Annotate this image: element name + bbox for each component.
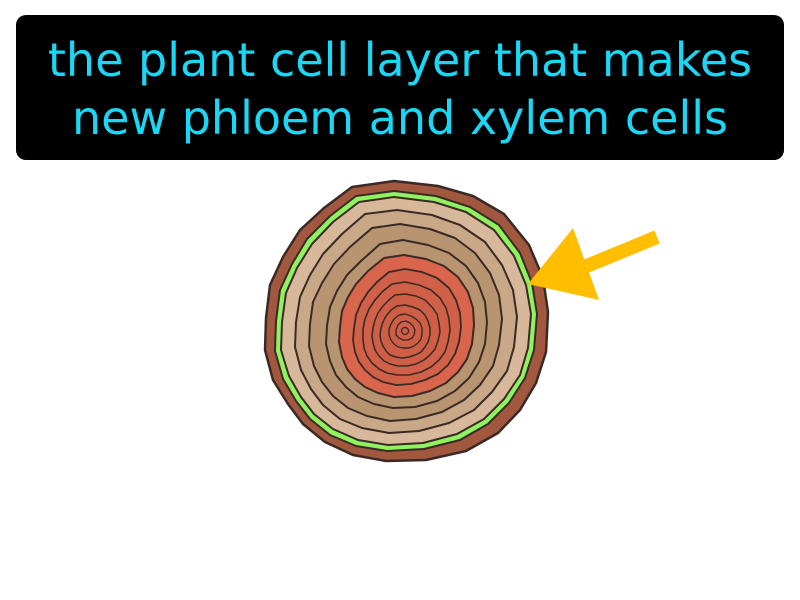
- pith-center: [400, 326, 410, 336]
- arrow-icon: [528, 228, 660, 300]
- tree-trunk-cross-section-icon: [263, 179, 660, 463]
